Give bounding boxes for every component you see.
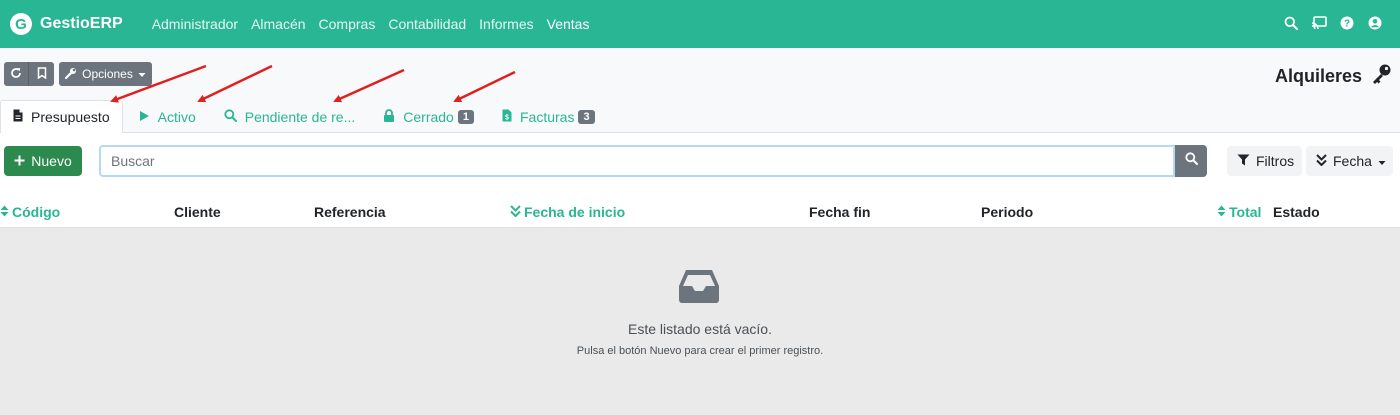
wrench-icon [65, 67, 77, 82]
key-icon [1370, 63, 1392, 90]
menu-item-ventas[interactable]: Ventas [547, 16, 590, 32]
sort-label: Fecha [1333, 153, 1372, 169]
search-button[interactable] [1175, 145, 1207, 177]
menu-item-contabilidad[interactable]: Contabilidad [388, 16, 466, 32]
main-menu: Administrador Almacén Compras Contabilid… [152, 16, 603, 32]
column-label: Fecha de inicio [524, 204, 626, 220]
search-icon [1184, 152, 1198, 170]
filter-icon [1237, 153, 1250, 169]
column-label: Estado [1273, 204, 1320, 220]
column-header-codigo[interactable]: Código [0, 204, 60, 220]
navbar-icons: ? [1282, 14, 1384, 32]
brand-name: GestioERP [40, 15, 123, 32]
lock-icon [383, 108, 395, 125]
refresh-icon [10, 67, 22, 82]
refresh-button[interactable] [4, 62, 29, 86]
inbox-icon [678, 268, 720, 309]
menu-item-almacen[interactable]: Almacén [251, 16, 305, 32]
column-header-fecha-fin: Fecha fin [809, 204, 870, 220]
plus-icon [14, 153, 25, 169]
tab-facturas[interactable]: $ Facturas 3 [486, 100, 607, 133]
menu-item-informes[interactable]: Informes [479, 16, 533, 32]
sort-date-dropdown[interactable]: Fecha [1306, 146, 1393, 176]
count-badge: 1 [457, 109, 474, 124]
tab-label: Presupuesto [31, 109, 110, 125]
tabs: Presupuesto Activo Pendiente de re... Ce… [0, 100, 607, 133]
filters-button[interactable]: Filtros [1227, 146, 1302, 176]
empty-subtitle: Pulsa el botón Nuevo para crear el prime… [576, 345, 824, 357]
page-title-text: Alquileres [1274, 66, 1362, 86]
options-label: Opciones [82, 67, 133, 81]
search-input[interactable] [99, 145, 1175, 177]
column-label: Cliente [174, 204, 221, 220]
new-button[interactable]: Nuevo [4, 146, 82, 176]
cast-icon[interactable] [1310, 14, 1328, 32]
menu-item-compras[interactable]: Compras [319, 16, 376, 32]
column-header-cliente: Cliente [174, 204, 221, 220]
table-header: Código Cliente Referencia Fecha de inici… [0, 198, 1400, 228]
tab-label: Facturas [519, 108, 575, 125]
invoice-icon: $ [502, 109, 512, 125]
search-icon[interactable] [1282, 14, 1300, 32]
filters-label: Filtros [1256, 153, 1295, 169]
count-badge: 3 [578, 109, 595, 124]
column-label: Fecha fin [809, 204, 871, 220]
brand-logo: G [10, 13, 32, 35]
column-header-referencia: Referencia [314, 204, 386, 220]
tab-pendiente[interactable]: Pendiente de re... [208, 100, 368, 133]
menu-item-administrador[interactable]: Administrador [152, 16, 238, 32]
tab-presupuesto[interactable]: Presupuesto [0, 100, 123, 133]
search-bar [99, 145, 1207, 177]
column-label: Periodo [981, 204, 1034, 220]
page-header: Opciones Alquileres Presupuesto Activo P… [0, 48, 1400, 133]
tab-label: Activo [157, 108, 196, 125]
caret-down-icon [1378, 153, 1386, 169]
column-header-estado: Estado [1273, 204, 1320, 220]
chevron-double-down-icon [510, 204, 521, 220]
tab-label: Pendiente de re... [244, 108, 356, 125]
tab-cerrado[interactable]: Cerrado 1 [367, 100, 486, 133]
chevron-double-down-icon [1316, 153, 1327, 169]
new-label: Nuevo [31, 153, 72, 169]
column-label: Código [12, 204, 61, 220]
empty-title: Este listado está vacío. [628, 321, 772, 337]
toolbar-buttons: Opciones [4, 62, 152, 86]
user-icon[interactable] [1366, 14, 1384, 32]
svg-text:$: $ [505, 114, 509, 121]
sort-icon [0, 204, 9, 220]
tab-label: Cerrado [403, 108, 454, 125]
file-icon [13, 109, 23, 125]
svg-text:?: ? [1344, 19, 1350, 30]
column-header-periodo: Periodo [981, 204, 1033, 220]
bookmark-button[interactable] [29, 62, 54, 86]
play-icon [139, 109, 150, 125]
column-header-fecha-inicio[interactable]: Fecha de inicio [510, 204, 625, 220]
options-dropdown-button[interactable]: Opciones [59, 62, 152, 86]
brand[interactable]: G GestioERP [10, 13, 123, 35]
help-icon[interactable]: ? [1338, 14, 1356, 32]
search-icon [224, 108, 237, 125]
column-header-total[interactable]: Total [1217, 204, 1261, 220]
top-navbar: G GestioERP Administrador Almacén Compra… [0, 0, 1400, 48]
sort-icon [1217, 204, 1226, 220]
empty-state: Este listado está vacío. Pulsa el botón … [0, 228, 1400, 415]
caret-down-icon [138, 67, 146, 81]
bookmark-icon [37, 66, 47, 82]
tab-activo[interactable]: Activo [123, 100, 208, 133]
column-label: Referencia [314, 204, 386, 220]
column-label: Total [1229, 204, 1262, 220]
page-title: Alquileres [1275, 63, 1392, 90]
